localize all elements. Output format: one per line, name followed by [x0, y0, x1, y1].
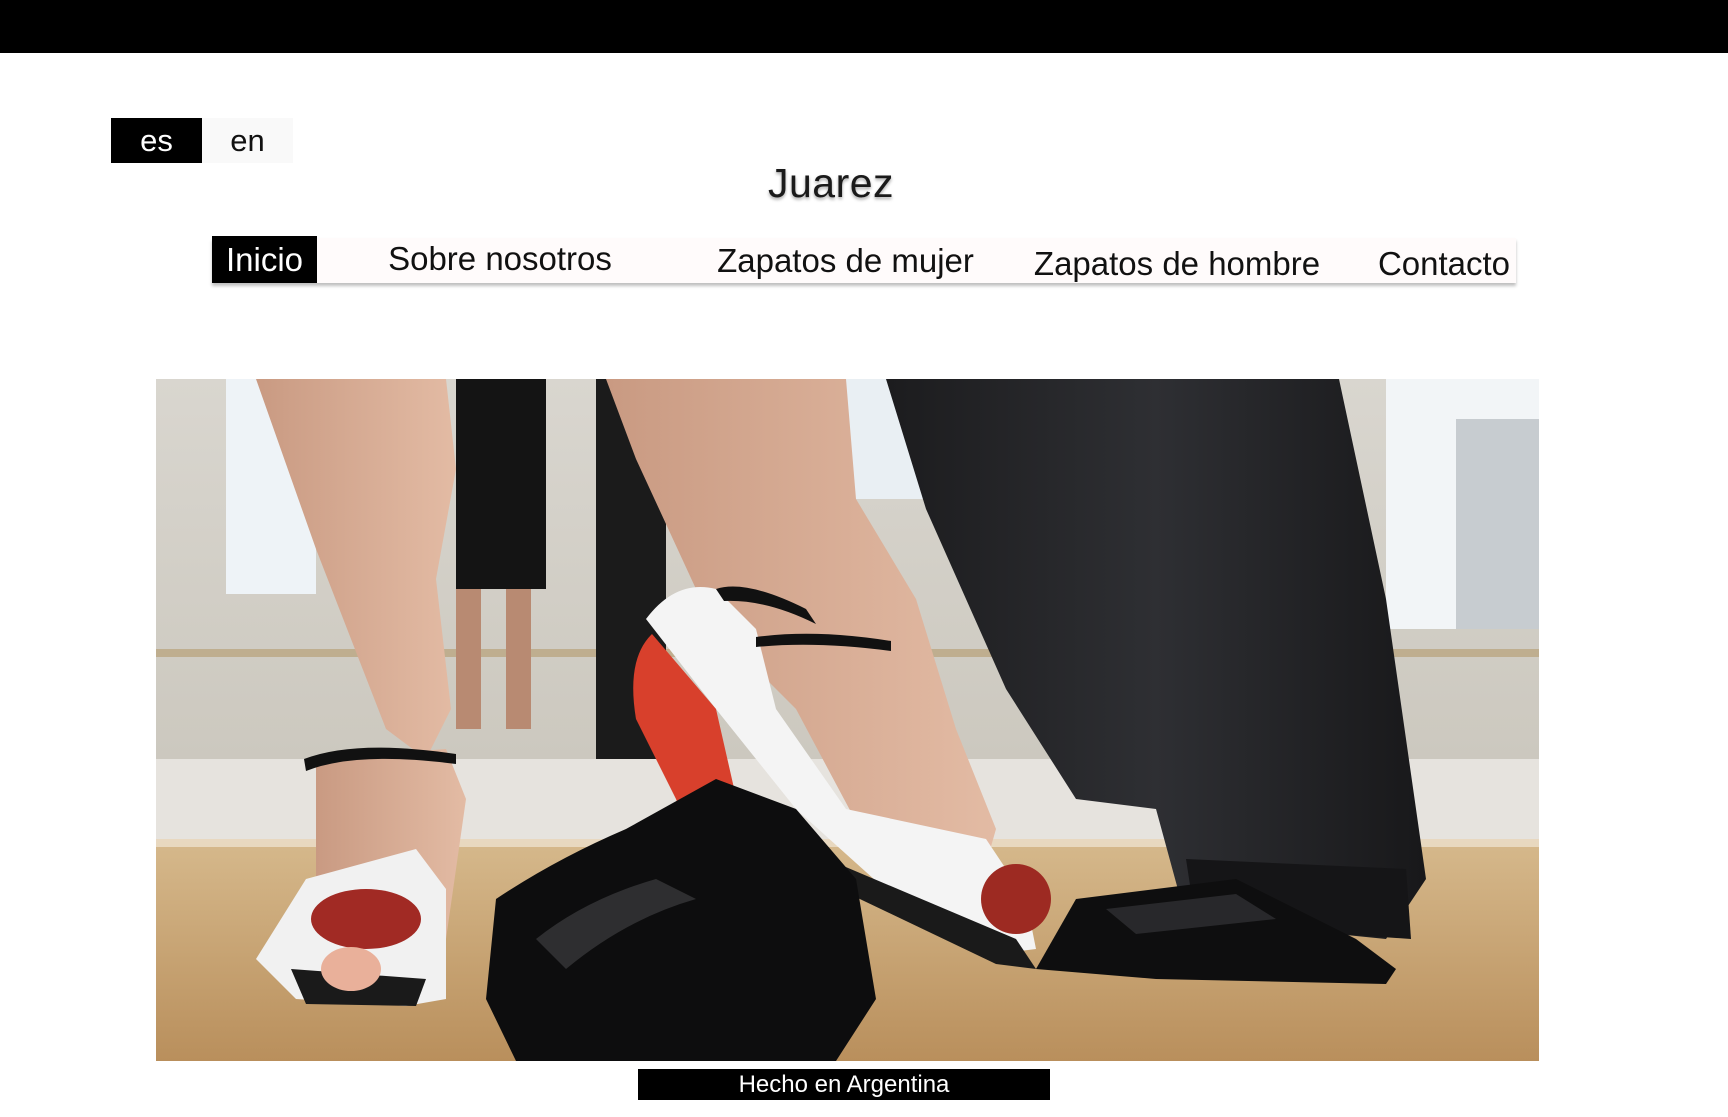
nav-item-zapatos-de-hombre[interactable]: Zapatos de hombre: [992, 241, 1362, 286]
tango-shoes-illustration: [156, 379, 1539, 1061]
top-bar: [0, 0, 1728, 53]
nav-item-zapatos-de-mujer[interactable]: Zapatos de mujer: [668, 238, 1023, 283]
nav-item-sobre-nosotros[interactable]: Sobre nosotros: [350, 236, 650, 281]
main-nav: Inicio Sobre nosotros Zapatos de mujer Z…: [212, 236, 1516, 286]
site-title[interactable]: Juarez: [0, 160, 1662, 207]
language-es-button[interactable]: es: [111, 118, 202, 163]
made-in-argentina-caption: Hecho en Argentina: [638, 1069, 1050, 1100]
nav-item-inicio[interactable]: Inicio: [212, 236, 317, 283]
hero-image: [156, 379, 1539, 1061]
language-switcher: es en: [111, 118, 293, 163]
language-en-button[interactable]: en: [202, 118, 293, 163]
nav-item-contacto[interactable]: Contacto: [1362, 241, 1526, 286]
